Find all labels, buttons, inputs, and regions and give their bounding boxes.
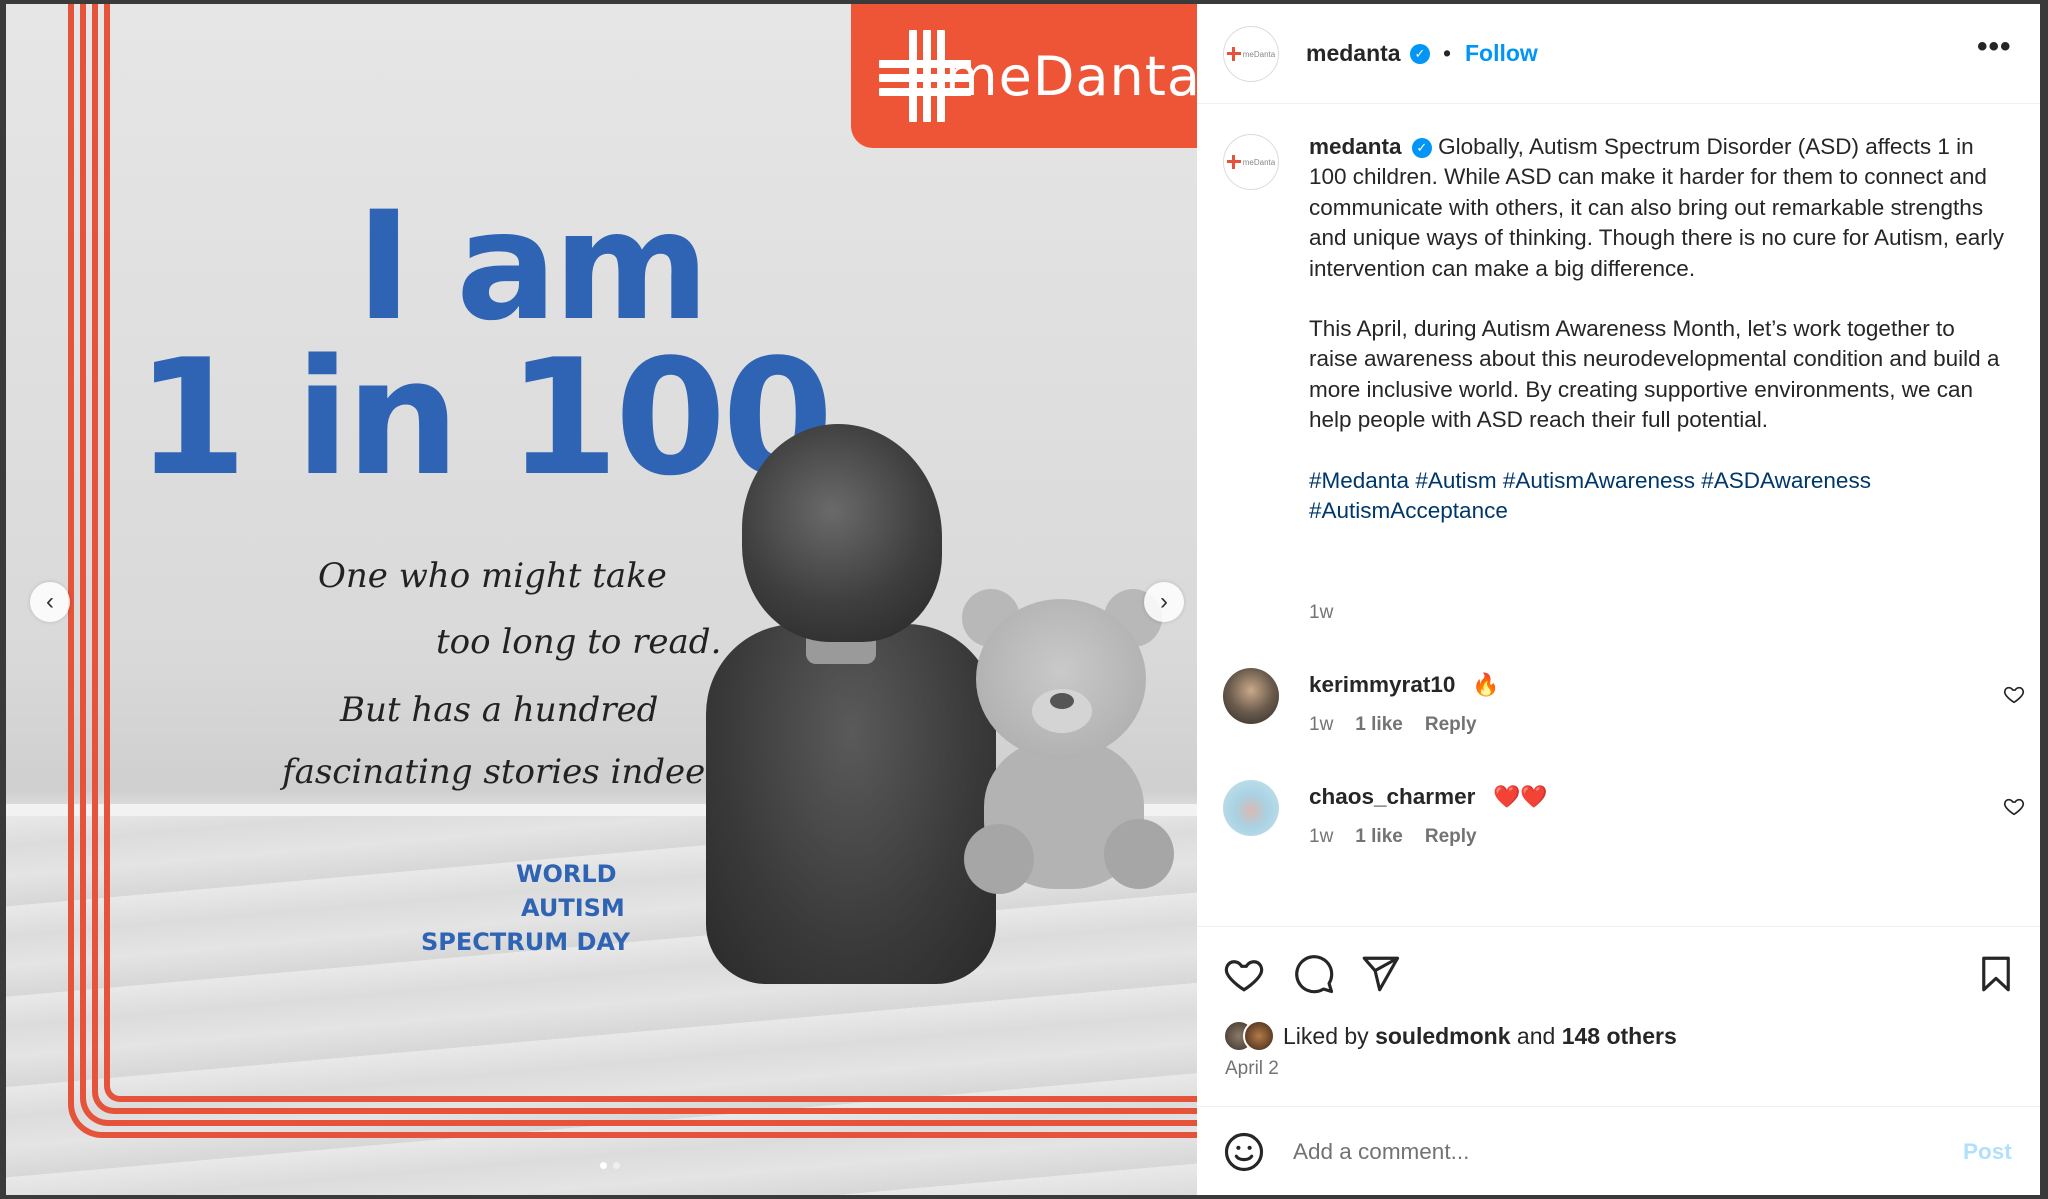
poem-line: But has a hundred [340,690,659,730]
poem-line: fascinating stories indeed. [282,752,738,792]
post-date[interactable]: April 2 [1225,1058,1279,1080]
verified-badge-icon: ✓ [1410,44,1430,64]
instagram-post-modal: meDanta I am 1 in 100 One who might take… [0,0,2048,1199]
medanta-cross-icon [1226,155,1241,169]
comment-input[interactable] [1293,1127,1933,1177]
child-head [742,424,942,642]
caption-hashtags[interactable]: #Medanta #Autism #AutismAwareness #ASDAw… [1309,466,2009,527]
avatar-wordmark: meDanta [1242,157,1276,167]
next-slide-button[interactable]: › [1144,582,1184,622]
event-name-line: WORLD [516,860,617,888]
fire-emoji: 🔥 [1472,672,1500,697]
more-options-icon[interactable]: ••• [1977,30,2012,64]
post-header: meDanta medanta ✓ • Follow ••• [1197,4,2040,104]
caption-timestamp[interactable]: 1w [1309,602,1333,624]
comment-time[interactable]: 1w [1309,826,1333,848]
bookmark-icon[interactable] [1975,953,2017,995]
comment-likes[interactable]: 1 like [1355,826,1403,848]
comment-time[interactable]: 1w [1309,714,1333,736]
avatar-wordmark: meDanta [1242,49,1276,59]
comment-item: chaos_charmer ❤️❤️ 1w 1 like Reply [1197,780,2040,870]
heart-icon[interactable] [1223,953,1265,995]
liked-by-others[interactable]: 148 others [1562,1023,1677,1050]
medanta-wordmark: meDanta [945,44,1197,108]
caption-paragraph-1: Globally, Autism Spectrum Disorder (ASD)… [1309,134,2004,281]
comment-meta: 1w 1 like Reply [1309,714,1477,736]
comment-username[interactable]: kerimmyrat10 [1309,672,1455,698]
avatar[interactable]: meDanta [1223,134,1279,190]
frame-stripe [104,4,1197,1102]
bear-leg [1104,819,1174,889]
heart-outline-icon[interactable] [2003,796,2025,818]
add-comment-bar: Post [1197,1106,2040,1195]
heart-outline-icon[interactable] [2003,684,2025,706]
reply-button[interactable]: Reply [1425,826,1477,848]
post-actions-bar [1197,926,2040,1016]
comment-meta: 1w 1 like Reply [1309,826,1477,848]
reply-button[interactable]: Reply [1425,714,1477,736]
teddy-bear [954,589,1194,899]
heart-emoji: ❤️❤️ [1493,784,1548,809]
liked-by-row[interactable]: Liked by souledmonk and 148 others [1223,1016,1677,1056]
comment-bubble-icon[interactable] [1293,953,1335,995]
comment-username[interactable]: chaos_charmer [1309,784,1475,810]
caption-username[interactable]: medanta [1309,134,1402,159]
carousel-dot [613,1162,620,1169]
header-separator: • [1443,40,1452,66]
previous-slide-button[interactable]: ‹ [30,582,70,622]
verified-badge-icon: ✓ [1411,138,1432,159]
follow-button[interactable]: Follow [1465,40,1538,67]
carousel-indicator [600,1162,620,1169]
event-name-line: SPECTRUM DAY [421,928,631,956]
event-name-line: AUTISM [521,894,625,922]
medanta-cross-icon [879,30,971,122]
chevron-right-icon: › [1160,588,1168,615]
poem-line: One who might take [318,556,667,596]
comment-item: kerimmyrat10 🔥 1w 1 like Reply [1197,668,2040,758]
avatar[interactable] [1223,668,1279,724]
liked-by-prefix: Liked by [1283,1022,1376,1049]
post-caption: medanta ✓ Globally, Autism Spectrum Diso… [1309,132,2009,526]
carousel-dot-active [600,1162,607,1169]
avatar [1243,1020,1275,1052]
paper-plane-icon[interactable] [1359,953,1401,995]
post-side-panel: meDanta medanta ✓ • Follow ••• meDanta m… [1197,4,2040,1195]
chevron-left-icon: ‹ [46,588,54,615]
medanta-logo-tab: meDanta [851,4,1197,148]
bear-head [976,599,1146,759]
header-username[interactable]: medanta [1306,40,1401,67]
avatar[interactable]: meDanta [1223,26,1279,82]
child-body [706,624,996,984]
emoji-smiley-icon[interactable] [1223,1131,1265,1173]
liked-by-middle: and [1510,1022,1562,1049]
post-image[interactable]: meDanta I am 1 in 100 One who might take… [6,4,1197,1195]
poem-line: too long to read. [436,622,722,662]
bear-leg [964,824,1034,894]
caption-paragraph-2: This April, during Autism Awareness Mont… [1309,316,2000,433]
medanta-cross-icon [1226,47,1241,61]
bear-nose [1050,693,1074,709]
post-comment-button[interactable]: Post [1963,1139,2012,1165]
avatar[interactable] [1223,780,1279,836]
liked-by-user[interactable]: souledmonk [1375,1023,1510,1050]
comment-likes[interactable]: 1 like [1355,714,1403,736]
